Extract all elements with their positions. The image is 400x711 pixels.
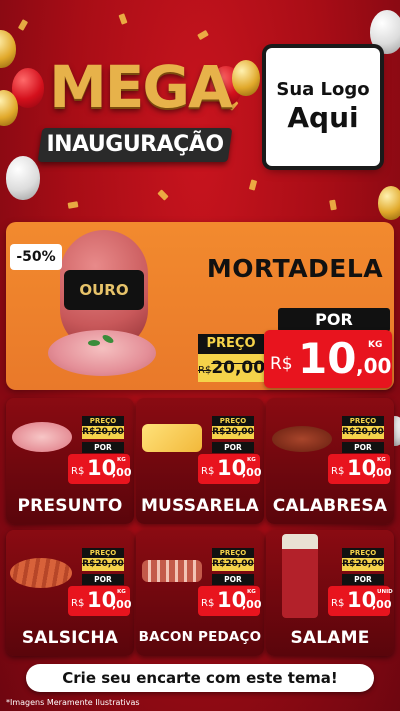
product-image	[272, 426, 332, 452]
old-price: R$20,00	[82, 426, 124, 439]
cta-button[interactable]: Crie seu encarte com este tema!	[26, 664, 374, 692]
preco-label: PREÇO	[342, 548, 384, 558]
unit: KG	[117, 589, 126, 595]
unit: KG	[117, 457, 126, 463]
product-image	[10, 558, 72, 588]
hero-old-price: R$20,00	[198, 354, 266, 382]
preco-label: PREÇO	[212, 416, 254, 426]
price-dec: ,00	[372, 598, 392, 611]
product-card-bacon: PREÇO R$20,00 POR R$ 10 KG ,00 BACON PED…	[136, 530, 264, 656]
product-name: SALSICHA	[21, 628, 119, 648]
product-image	[142, 560, 202, 582]
preco-label: PREÇO	[82, 416, 124, 426]
product-name: CALABRESA	[272, 496, 388, 516]
unit: UNID	[377, 589, 393, 595]
confetti-icon	[118, 13, 128, 25]
hero-old-value: 20,00	[211, 358, 266, 378]
herb-icon	[88, 340, 100, 346]
price-dec: ,00	[242, 466, 262, 479]
new-price: R$ 10 KG ,00	[68, 454, 132, 484]
product-name: MUSSARELA	[140, 496, 260, 516]
new-price: R$ 10 UNID ,00	[328, 586, 393, 616]
balloon-icon	[0, 30, 16, 68]
hero-price-dec: ,00	[356, 354, 392, 378]
price-dec: ,00	[372, 466, 392, 479]
hero-currency: R$	[270, 354, 293, 374]
product-image	[142, 424, 202, 452]
flyer: MEGA INAUGURAÇÃO Sua Logo Aqui OURO -50%…	[0, 0, 400, 711]
hero-price-int: 10	[298, 334, 357, 383]
por-label: POR	[342, 442, 384, 453]
new-price: R$ 10 KG ,00	[68, 586, 132, 616]
product-name: PRESUNTO	[17, 496, 123, 516]
balloon-icon	[378, 186, 400, 220]
currency: R$	[331, 466, 345, 477]
confetti-icon	[248, 179, 258, 191]
currency: R$	[331, 598, 345, 609]
title-mega: MEGA	[49, 53, 233, 121]
new-price: R$ 10 KG ,00	[328, 454, 392, 484]
price-dec: ,00	[112, 466, 132, 479]
hero-product-name: MORTADELA	[206, 254, 384, 283]
balloon-icon	[6, 156, 40, 200]
hero-old-prefix: R$	[198, 365, 212, 376]
product-card-mussarela: PREÇO R$20,00 POR R$ 10 KG ,00 MUSSARELA	[136, 398, 264, 524]
old-price: R$20,00	[82, 558, 124, 571]
product-image	[12, 422, 72, 452]
disclaimer: *Imagens Meramente Ilustrativas	[6, 698, 140, 707]
por-label: POR	[82, 574, 124, 585]
confetti-icon	[329, 199, 337, 211]
herb-icon	[101, 333, 115, 345]
logo-line2: Aqui	[287, 101, 359, 134]
old-price: R$20,00	[342, 558, 384, 571]
title-inauguracao: INAUGURAÇÃO	[46, 132, 224, 157]
product-card-presunto: PREÇO R$20,00 POR R$ 10 KG ,00 PRESUNTO	[6, 398, 134, 524]
old-price: R$20,00	[342, 426, 384, 439]
hero-preco-label: PREÇO	[198, 334, 264, 354]
price-dec: ,00	[112, 598, 132, 611]
product-card-salsicha: PREÇO R$20,00 POR R$ 10 KG ,00 SALSICHA	[6, 530, 134, 656]
product-name: BACON PEDAÇO	[138, 629, 262, 645]
title-inauguracao-banner: INAUGURAÇÃO	[37, 128, 233, 162]
confetti-icon	[17, 19, 29, 31]
confetti-icon	[157, 189, 169, 201]
hero-unit: KG	[368, 340, 383, 350]
por-label: POR	[82, 442, 124, 453]
preco-label: PREÇO	[212, 548, 254, 558]
por-label: POR	[212, 442, 254, 453]
price-dec: ,00	[242, 598, 262, 611]
currency: R$	[201, 598, 215, 609]
product-card-salame: PREÇO R$20,00 POR R$ 10 UNID ,00 SALAME	[266, 530, 394, 656]
por-label: POR	[342, 574, 384, 585]
hero-new-price: R$ 10 KG ,00	[264, 330, 392, 388]
preco-label: PREÇO	[342, 416, 384, 426]
logo-line1: Sua Logo	[276, 79, 370, 100]
confetti-icon	[67, 201, 79, 209]
product-card-calabresa: PREÇO R$20,00 POR R$ 10 KG ,00 CALABRESA	[266, 398, 394, 524]
logo-placeholder: Sua Logo Aqui	[266, 48, 380, 166]
confetti-icon	[197, 29, 209, 41]
unit: KG	[247, 457, 256, 463]
currency: R$	[71, 598, 85, 609]
preco-label: PREÇO	[82, 548, 124, 558]
unit: KG	[247, 589, 256, 595]
product-name: SALAME	[290, 628, 370, 648]
unit: KG	[377, 457, 386, 463]
por-label: POR	[212, 574, 254, 585]
discount-badge: -50%	[10, 244, 62, 270]
currency: R$	[71, 466, 85, 477]
currency: R$	[201, 466, 215, 477]
new-price: R$ 10 KG ,00	[198, 454, 262, 484]
old-price: R$20,00	[212, 558, 254, 571]
mortadela-slices-image	[48, 330, 156, 376]
package-label: OURO	[64, 270, 144, 310]
hero-por-label: POR	[278, 308, 390, 332]
product-image	[282, 534, 318, 618]
old-price: R$20,00	[212, 426, 254, 439]
new-price: R$ 10 KG ,00	[198, 586, 262, 616]
